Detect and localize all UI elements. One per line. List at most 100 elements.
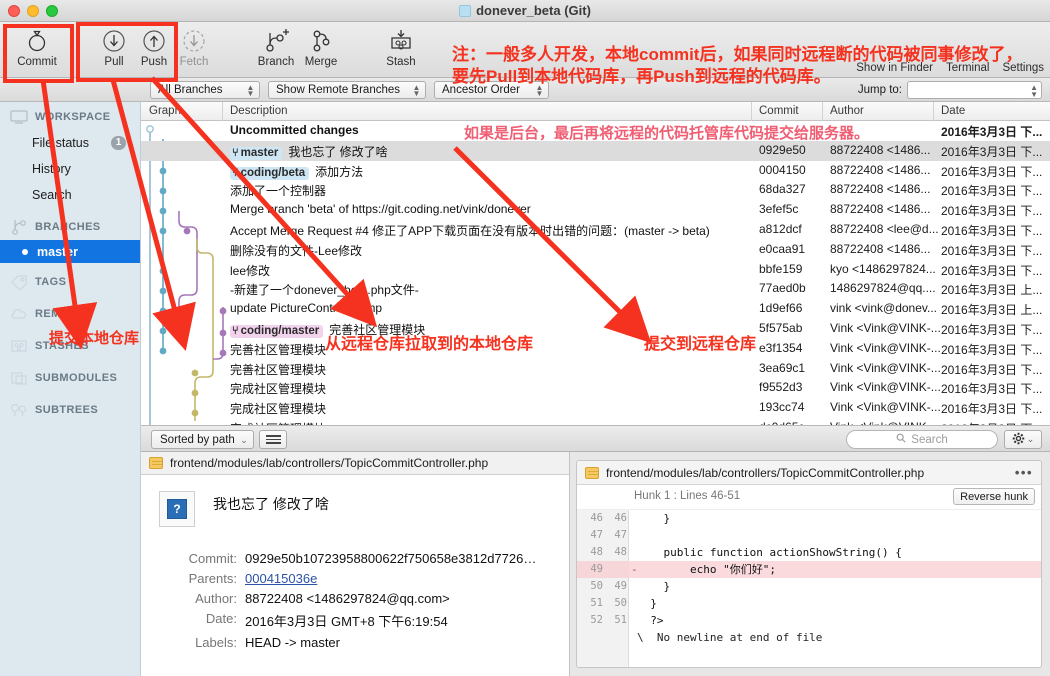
table-row[interactable]: 完成社区管理模块 193cc74 Vink <Vink@VINK-... 201… <box>141 398 1050 418</box>
line-number-row: 52 51 <box>590 614 627 626</box>
sort-by-select[interactable]: Sorted by path ⌄ <box>151 430 254 449</box>
pull-down-arrow-icon <box>101 26 127 56</box>
sidebar-section-submodules[interactable]: SUBMODULES <box>0 365 140 391</box>
parent-commit-link[interactable]: 000415036e <box>245 571 317 586</box>
column-header-commit[interactable]: Commit <box>759 105 799 117</box>
row-author: 88722408 <1486... <box>830 142 931 157</box>
diff-sign: - <box>631 563 638 576</box>
table-row[interactable]: 完善社区管理模块 3ea69c1 Vink <Vink@VINK-... 201… <box>141 359 1050 379</box>
sidebar-section-workspace[interactable]: WORKSPACE <box>0 104 140 130</box>
commit-message: 我也忘了 修改了啥 <box>213 496 329 512</box>
tag-icon <box>10 274 28 290</box>
sidebar-item-history[interactable]: History <box>0 156 140 182</box>
row-commit: bbfe159 <box>759 261 803 276</box>
search-icon <box>896 433 906 446</box>
settings-button[interactable]: Settings <box>1002 62 1044 74</box>
table-row[interactable]: 添加了一个控制器 68da327 88722408 <1486... 2016年… <box>141 180 1050 200</box>
diff-line: } <box>637 580 671 593</box>
sidebar-section-remotes[interactable]: REMOTES <box>0 301 140 327</box>
window-title-text: donever_beta (Git) <box>476 3 591 18</box>
row-date: 2016年3月3日 上... <box>941 303 1043 318</box>
table-row[interactable]: lee修改 bbfe159 kyo <1486297824... 2016年3月… <box>141 260 1050 280</box>
table-row[interactable]: 完成社区管理模块 dc0d65c Vink <Vink@VINK-... 201… <box>141 418 1050 425</box>
reverse-hunk-button[interactable]: Reverse hunk <box>953 488 1035 505</box>
ancestor-order-select[interactable]: Ancestor Order ▲ ▼ <box>434 81 549 99</box>
table-row[interactable]: ⑂ master 我也忘了 修改了啥 0929e50 88722408 <1486.… <box>141 140 1050 161</box>
chevron-updown-icon: ▲ ▼ <box>412 83 421 98</box>
ellipsis-icon[interactable]: ••• <box>1015 465 1033 480</box>
jump-to-label: Jump to: <box>857 84 902 96</box>
fetch-button[interactable]: Fetch <box>165 26 223 76</box>
stash-icon <box>10 338 28 354</box>
file-icon <box>585 466 599 479</box>
avatar-placeholder-icon: ? <box>167 499 187 519</box>
ref-label-coding-beta[interactable]: ⑂ coding/beta <box>230 166 310 180</box>
commit-list-header: Graph Description Commit Author Date <box>141 102 1050 121</box>
branch-icon <box>10 219 28 235</box>
table-row[interactable]: 删除没有的文件-Lee修改 e0caa91 88722408 <1486... … <box>141 240 1050 260</box>
list-view-toggle[interactable] <box>259 430 287 449</box>
row-author: 88722408 <1486... <box>830 182 931 197</box>
table-row[interactable]: Uncommitted changes 2016年3月3日 下... <box>141 121 1050 141</box>
show-in-finder-button[interactable]: Show in Finder <box>856 62 933 74</box>
diff-panel: frontend/modules/lab/controllers/TopicCo… <box>570 452 1050 676</box>
field-parents: Parents: 000415036e <box>159 571 569 586</box>
sidebar-section-label: SUBMODULES <box>35 372 118 384</box>
jump-to-group: Jump to: ▲ ▼ <box>858 81 1042 99</box>
branch-filter-select[interactable]: All Branches ▲ ▼ <box>150 81 260 99</box>
jump-to-input[interactable]: ▲ ▼ <box>907 81 1042 99</box>
table-row[interactable]: 完善社区管理模块 e3f1354 Vink <Vink@VINK-... 201… <box>141 339 1050 359</box>
row-date: 2016年3月3日 下... <box>941 144 1043 159</box>
branch-name-label: master <box>37 244 78 259</box>
sidebar-section-subtrees[interactable]: SUBTREES <box>0 397 140 423</box>
field-value: 0929e50b10723958800622f750658e3812d7726… <box>245 551 537 566</box>
ref-label-coding-master[interactable]: ⑂ coding/master <box>230 324 324 338</box>
table-row[interactable]: ⑂ coding/master 完善社区管理模块 5f575ab Vink <Vin… <box>141 319 1050 339</box>
table-row[interactable]: -新建了一个donever_beta.php文件- 77aed0b 148629… <box>141 279 1050 299</box>
search-input[interactable]: Search <box>846 430 998 449</box>
branch-glyph-icon: ⑂ <box>232 146 239 159</box>
sidebar-section-branches[interactable]: BRANCHES <box>0 214 140 240</box>
row-commit: 0004150 <box>759 162 806 177</box>
sidebar-section-tags[interactable]: TAGS <box>0 269 140 295</box>
window-titlebar: donever_beta (Git) <box>0 0 1050 22</box>
table-row[interactable]: update PictureController.php 1d9ef66 vin… <box>141 299 1050 319</box>
table-row[interactable]: Merge branch 'beta' of https://git.codin… <box>141 200 1050 220</box>
sidebar-item-branch-master[interactable]: master <box>0 240 140 263</box>
column-header-graph[interactable]: Graph <box>149 105 181 117</box>
row-author: 1486297824@qq.... <box>830 281 936 296</box>
commit-icon <box>24 26 50 56</box>
table-row[interactable]: Accept Merge Request #4 修正了APP下载页面在没有版本时… <box>141 220 1050 240</box>
branch-filter-label: All Branches <box>158 84 223 96</box>
row-author: 88722408 <lee@d... <box>830 221 939 236</box>
sidebar: WORKSPACE File status 1 History Search B… <box>0 102 141 676</box>
row-author: 88722408 <1486... <box>830 162 931 177</box>
row-author: Vink <Vink@VINK-... <box>830 380 941 395</box>
merge-label: Merge <box>304 56 338 68</box>
row-commit: 5f575ab <box>759 320 803 335</box>
table-row[interactable]: 完成社区管理模块 f9552d3 Vink <Vink@VINK-... 201… <box>141 378 1050 398</box>
changed-file-row[interactable]: frontend/modules/lab/controllers/TopicCo… <box>141 452 569 475</box>
column-header-author[interactable]: Author <box>830 105 864 117</box>
merge-button[interactable]: Merge <box>292 26 350 76</box>
changed-file-path: frontend/modules/lab/controllers/TopicCo… <box>170 456 489 470</box>
column-header-date[interactable]: Date <box>941 105 965 117</box>
commit-button[interactable]: Commit <box>8 26 66 76</box>
list-settings-button[interactable]: ⌄ <box>1004 430 1042 449</box>
terminal-button[interactable]: Terminal <box>946 62 989 74</box>
table-row[interactable]: ⑂ coding/beta 添加方法 0004150 88722408 <1486.… <box>141 161 1050 181</box>
ref-label-master[interactable]: ⑂ master <box>230 146 283 160</box>
field-value: 88722408 <1486297824@qq.com> <box>245 591 450 606</box>
row-date: 2016年3月3日 下... <box>941 322 1043 337</box>
chevron-updown-icon: ▲ ▼ <box>246 83 255 98</box>
column-header-description[interactable]: Description <box>230 105 288 117</box>
stash-button[interactable]: Stash <box>372 26 430 76</box>
filter-bar: All Branches ▲ ▼ Show Remote Branches ▲ ▼ … <box>0 78 1050 102</box>
sidebar-section-stashes[interactable]: STASHES <box>0 333 140 359</box>
commit-detail-panel: frontend/modules/lab/controllers/TopicCo… <box>141 452 570 676</box>
sidebar-item-file-status[interactable]: File status 1 <box>0 130 140 156</box>
remote-branches-select[interactable]: Show Remote Branches ▲ ▼ <box>268 81 426 99</box>
row-commit: 68da327 <box>759 182 806 197</box>
field-author: Author: 88722408 <1486297824@qq.com> <box>159 591 569 606</box>
sidebar-item-search[interactable]: Search <box>0 182 140 208</box>
